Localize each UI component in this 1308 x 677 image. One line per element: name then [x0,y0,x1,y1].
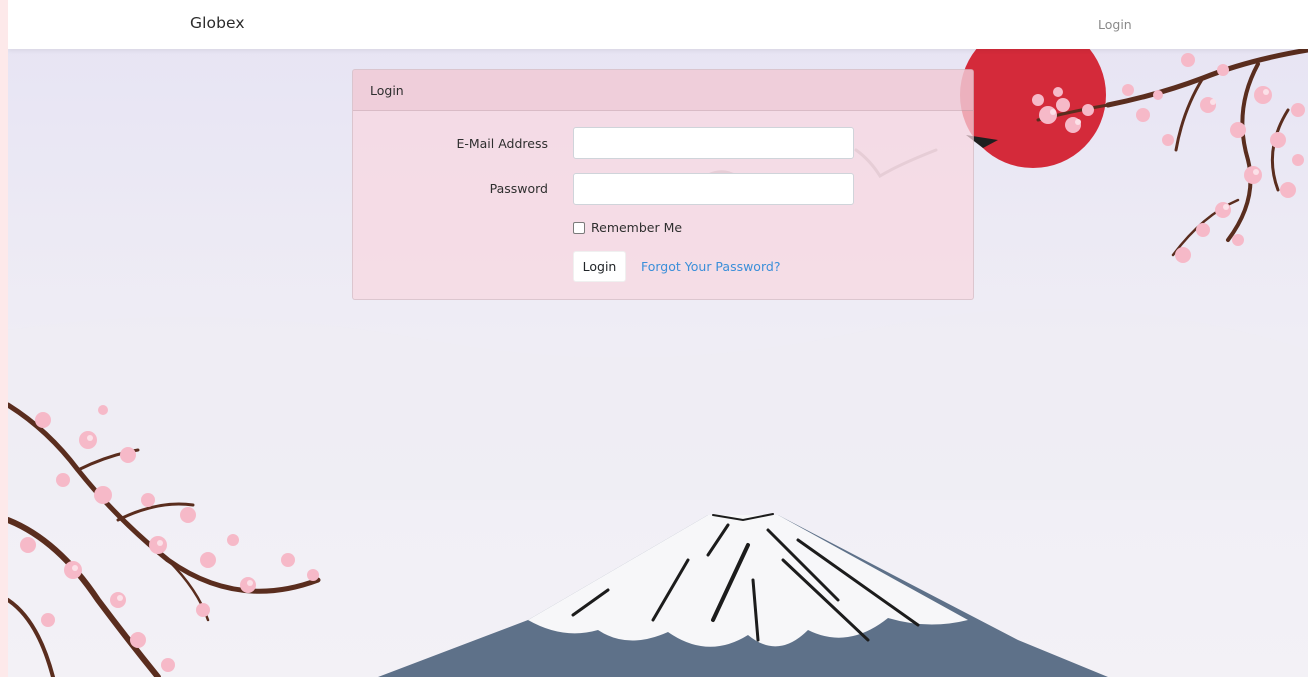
password-label: Password [489,181,548,196]
top-navbar: Globex Login [8,0,1308,49]
email-label: E-Mail Address [456,136,548,151]
card-header: Login [353,70,973,111]
forgot-password-link[interactable]: Forgot Your Password? [641,259,780,274]
brand-logo-text[interactable]: Globex [190,14,245,32]
remember-me-checkbox[interactable] [573,222,585,234]
nav-login-link[interactable]: Login [1098,17,1132,32]
email-field[interactable] [573,127,854,159]
login-card: Login E-Mail Address Password Remember M… [352,69,974,300]
remember-me-label[interactable]: Remember Me [591,220,682,235]
page: Globex Login Login E-Mail Address Passwo… [8,0,1308,677]
password-field[interactable] [573,173,854,205]
login-button[interactable]: Login [573,251,626,282]
